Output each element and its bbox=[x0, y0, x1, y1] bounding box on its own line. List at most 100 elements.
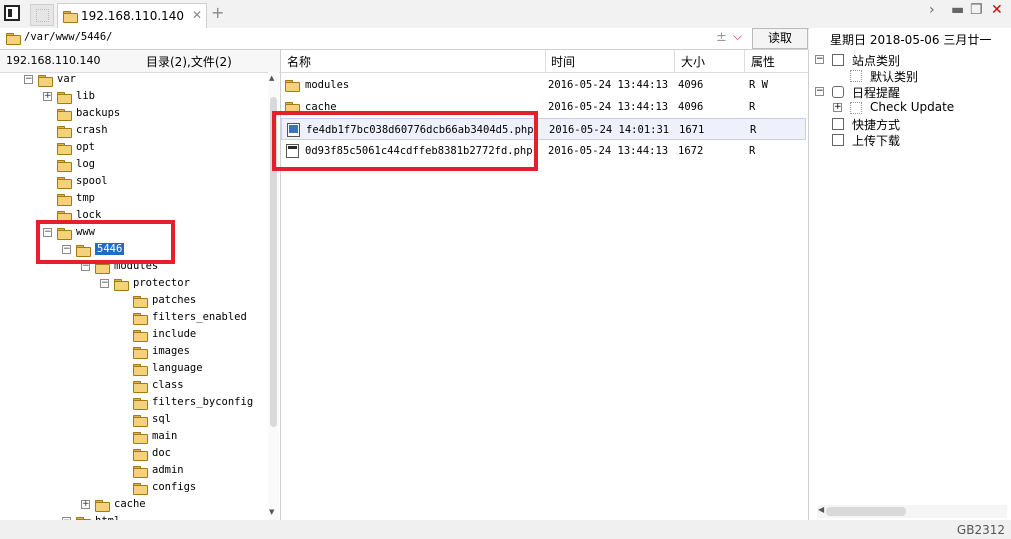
side-item-label[interactable]: Check Update bbox=[870, 100, 954, 114]
new-tab-button[interactable]: + bbox=[211, 3, 224, 22]
tree-item[interactable]: include bbox=[0, 327, 268, 344]
address-bar[interactable]: /var/www/5446/ ± ⌵ bbox=[0, 28, 808, 50]
tree-item-label[interactable]: filters_enabled bbox=[152, 311, 247, 323]
close-tab-icon[interactable]: ✕ bbox=[192, 8, 202, 22]
tree-item[interactable]: sql bbox=[0, 412, 268, 429]
tree-item[interactable]: class bbox=[0, 378, 268, 395]
side-item-label[interactable]: 默认类别 bbox=[870, 68, 918, 85]
folder-icon bbox=[133, 449, 148, 461]
tree-item[interactable]: backups bbox=[0, 106, 268, 123]
tree-item[interactable]: language bbox=[0, 361, 268, 378]
tree-item[interactable]: admin bbox=[0, 463, 268, 480]
plus-minus-icon[interactable]: ± bbox=[716, 30, 727, 45]
directory-tree: − var + lib backups crash opt log spool tmp lock − w… bbox=[0, 72, 268, 520]
file-row[interactable]: modules 2016-05-24 13:44:13 4096 R W bbox=[281, 74, 806, 96]
collapse-icon[interactable]: − bbox=[815, 87, 824, 96]
tree-item[interactable]: filters_enabled bbox=[0, 310, 268, 327]
tree-item[interactable]: filters_byconfig bbox=[0, 395, 268, 412]
tree-item[interactable]: + cache bbox=[0, 497, 268, 514]
tab-connection[interactable]: 192.168.110.140 ✕ bbox=[57, 3, 207, 28]
app-panel-icon[interactable] bbox=[4, 5, 20, 21]
tree-item-label[interactable]: log bbox=[76, 158, 95, 170]
scroll-thumb[interactable] bbox=[826, 507, 906, 516]
side-item[interactable]: − 站点类别 bbox=[815, 52, 1011, 68]
tree-item-label[interactable]: admin bbox=[152, 464, 184, 476]
scroll-down-icon[interactable]: ▼ bbox=[269, 508, 274, 516]
close-window-button[interactable]: ✕ bbox=[991, 2, 1003, 18]
column-attr[interactable]: 属性 bbox=[751, 53, 775, 70]
column-size[interactable]: 大小 bbox=[681, 53, 705, 70]
side-horizontal-scrollbar[interactable]: ◀ bbox=[817, 505, 1007, 518]
tree-item-label[interactable]: patches bbox=[152, 294, 196, 306]
tree-item[interactable]: doc bbox=[0, 446, 268, 463]
tree-item-label[interactable]: include bbox=[152, 328, 196, 340]
tree-item-label[interactable]: backups bbox=[76, 107, 120, 119]
tree-item[interactable]: tmp bbox=[0, 191, 268, 208]
tree-item-label[interactable]: class bbox=[152, 379, 184, 391]
file-list-pane: 名称 时间 大小 属性 modules 2016-05-24 13:44:13 40… bbox=[272, 50, 809, 520]
path-input[interactable]: /var/www/5446/ bbox=[24, 31, 113, 43]
tree-item-label[interactable]: spool bbox=[76, 175, 108, 187]
side-item-label[interactable]: 站点类别 bbox=[852, 52, 900, 69]
tree-item-label[interactable]: doc bbox=[152, 447, 171, 459]
encoding-indicator[interactable]: GB2312 bbox=[957, 523, 1005, 537]
tree-item-label[interactable]: language bbox=[152, 362, 203, 374]
tree-item-label[interactable]: sql bbox=[152, 413, 171, 425]
chevron-down-icon[interactable]: ⌵ bbox=[733, 29, 742, 44]
expand-icon[interactable]: + bbox=[833, 103, 842, 112]
tree-item-label[interactable]: configs bbox=[152, 481, 196, 493]
tree-item[interactable]: spool bbox=[0, 174, 268, 191]
tree-item-label[interactable]: images bbox=[152, 345, 190, 357]
tree-item[interactable]: opt bbox=[0, 140, 268, 157]
tree-item[interactable]: images bbox=[0, 344, 268, 361]
read-button[interactable]: 读取 bbox=[752, 28, 808, 49]
folder-icon bbox=[57, 109, 72, 121]
tree-item-label[interactable]: protector bbox=[133, 277, 190, 289]
tree-item[interactable]: log bbox=[0, 157, 268, 174]
tree-item[interactable]: main bbox=[0, 429, 268, 446]
folder-icon bbox=[57, 160, 72, 172]
tree-item-label[interactable]: cache bbox=[114, 498, 146, 510]
blank-tab[interactable] bbox=[30, 4, 54, 26]
side-item-label[interactable]: 快捷方式 bbox=[852, 116, 900, 133]
scroll-up-icon[interactable]: ▲ bbox=[269, 74, 274, 82]
tree-item[interactable]: configs bbox=[0, 480, 268, 497]
side-item[interactable]: − 日程提醒 bbox=[815, 84, 1011, 100]
tree-item-label[interactable]: opt bbox=[76, 141, 95, 153]
maximize-button[interactable]: ❐ bbox=[970, 2, 983, 18]
minimize-button[interactable]: ▬ bbox=[951, 2, 964, 18]
tree-item-label[interactable]: filters_byconfig bbox=[152, 396, 253, 408]
category-icon bbox=[832, 118, 844, 130]
tree-item[interactable]: patches bbox=[0, 293, 268, 310]
tree-item-label[interactable]: crash bbox=[76, 124, 108, 136]
cell-time: 2016-05-24 14:01:31 bbox=[549, 124, 670, 136]
column-time[interactable]: 时间 bbox=[551, 53, 575, 70]
side-item-label[interactable]: 上传下载 bbox=[852, 132, 900, 149]
tree-item-label[interactable]: lib bbox=[76, 90, 95, 102]
collapse-icon[interactable]: − bbox=[100, 279, 109, 288]
tab-bar: 192.168.110.140 ✕ + › ▬ ❐ ✕ bbox=[0, 0, 1011, 29]
tree-item[interactable]: − var bbox=[0, 72, 268, 89]
scroll-left-icon[interactable]: ◀ bbox=[818, 505, 824, 514]
column-name[interactable]: 名称 bbox=[287, 53, 311, 70]
side-item[interactable]: 默认类别 bbox=[815, 68, 1011, 84]
cell-size: 1672 bbox=[678, 145, 704, 157]
side-item[interactable]: 上传下载 bbox=[815, 132, 1011, 148]
tree-item[interactable]: − protector bbox=[0, 276, 268, 293]
tree-item[interactable]: + lib bbox=[0, 89, 268, 106]
collapse-icon[interactable]: − bbox=[815, 55, 824, 64]
chevron-right-icon[interactable]: › bbox=[929, 2, 935, 18]
tree-item-label[interactable]: var bbox=[57, 73, 76, 85]
folder-icon bbox=[133, 347, 148, 359]
cell-time: 2016-05-24 13:44:13 bbox=[548, 79, 669, 91]
side-item[interactable]: 快捷方式 bbox=[815, 116, 1011, 132]
side-item-label[interactable]: 日程提醒 bbox=[852, 84, 900, 101]
tree-item-label[interactable]: tmp bbox=[76, 192, 95, 204]
expand-icon[interactable]: + bbox=[81, 500, 90, 509]
collapse-icon[interactable]: − bbox=[24, 75, 33, 84]
cell-attr: R bbox=[750, 124, 757, 136]
tree-item[interactable]: crash bbox=[0, 123, 268, 140]
expand-icon[interactable]: + bbox=[43, 92, 52, 101]
side-item[interactable]: + Check Update bbox=[815, 100, 1011, 116]
tree-item-label[interactable]: main bbox=[152, 430, 177, 442]
